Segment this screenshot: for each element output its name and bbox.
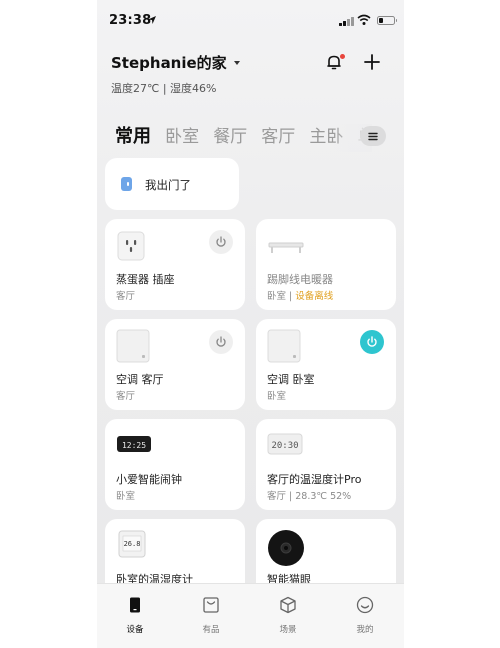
scene-cube-icon (280, 596, 296, 614)
tab-label: 有品 (202, 625, 220, 635)
baseboard-heater-icon (268, 242, 304, 253)
tab-shop[interactable]: 有品 (186, 596, 236, 635)
bottom-tab-bar: 设备 有品 场景 我的 (97, 583, 404, 648)
tab-label: 设备 (126, 625, 144, 635)
air-conditioner-controller-icon (116, 329, 150, 363)
power-toggle-on[interactable] (360, 330, 384, 354)
power-icon (216, 236, 226, 247)
device-name: 空调 卧室 (267, 373, 315, 386)
tab-favorites[interactable]: 常用 (115, 124, 151, 150)
device-card[interactable]: 踢脚线电暖器 卧室 | 设备离线 (256, 219, 396, 310)
power-icon (216, 336, 226, 347)
tab-living-room[interactable]: 客厅 (261, 124, 295, 150)
device-room-label: 卧室 | (267, 291, 296, 302)
tab-scenes[interactable]: 场景 (263, 596, 313, 635)
device-room: 客厅 (116, 291, 136, 302)
notification-dot (340, 54, 345, 59)
status-bar: 23:38 (97, 0, 404, 40)
device-card[interactable]: 20:30 客厅的温湿度计Pro 客厅 | 28.3℃ 52% (256, 419, 396, 510)
device-name: 小爱智能闹钟 (116, 473, 182, 486)
hamburger-icon (368, 132, 378, 140)
tab-profile[interactable]: 我的 (340, 596, 390, 635)
air-conditioner-controller-icon (267, 329, 301, 363)
profile-icon (356, 596, 374, 614)
smart-peephole-icon (268, 530, 304, 566)
thermometer-icon: 26.8 (118, 530, 146, 558)
scene-label: 我出门了 (145, 178, 191, 192)
tab-devices[interactable]: 设备 (110, 596, 160, 635)
device-card[interactable]: 空调 客厅 客厅 (105, 319, 245, 410)
device-room: 客厅 (116, 391, 136, 402)
shopping-bag-icon (203, 597, 219, 613)
door-sensor-icon (121, 177, 132, 191)
power-icon (367, 336, 377, 347)
device-room: 卧室 | 设备离线 (267, 288, 333, 302)
status-time: 23:38 (109, 13, 152, 28)
scene-card-leave-home[interactable]: 我出门了 (105, 158, 239, 210)
device-icon (130, 597, 140, 613)
hygrometer-display: 20:30 (271, 441, 298, 451)
dropdown-caret-icon (233, 60, 240, 65)
device-name: 踢脚线电暖器 (267, 273, 333, 286)
tab-bedroom[interactable]: 卧室 (165, 124, 199, 150)
home-selector[interactable]: Stephanie的家 (111, 52, 240, 73)
phone-screen: 23:38 Stephanie的家 温度27℃ | 湿度46% 常用 卧室 餐厅… (97, 0, 404, 648)
clock-display: 12:25 (122, 441, 146, 450)
tab-dining-room[interactable]: 餐厅 (213, 124, 247, 150)
device-name: 空调 客厅 (116, 373, 164, 386)
alarm-clock-icon: 12:25 (117, 436, 151, 452)
battery-icon (377, 16, 397, 25)
location-arrow-icon (148, 16, 156, 24)
device-name: 蒸蛋器 插座 (116, 273, 175, 286)
tab-label: 我的 (356, 625, 374, 635)
power-toggle[interactable] (209, 230, 233, 254)
device-room: 卧室 (267, 391, 287, 402)
device-card[interactable]: 12:25 小爱智能闹钟 卧室 (105, 419, 245, 510)
signal-icon (339, 17, 354, 26)
tab-label: 场景 (279, 625, 297, 635)
home-title: Stephanie的家 (111, 54, 227, 72)
device-room: 客厅 | 28.3℃ 52% (267, 491, 352, 502)
wifi-icon (357, 14, 371, 25)
thermometer-display: 26.8 (124, 540, 141, 548)
room-tabs: 常用 卧室 餐厅 客厅 主卧 单 (115, 124, 367, 152)
environment-readout: 温度27℃ | 湿度46% (111, 82, 217, 95)
device-name: 客厅的温湿度计Pro (267, 473, 362, 486)
room-menu-button[interactable] (360, 126, 386, 146)
add-device-icon[interactable] (363, 53, 381, 71)
device-card[interactable]: 蒸蛋器 插座 客厅 (105, 219, 245, 310)
device-room: 卧室 (116, 491, 136, 502)
power-toggle[interactable] (209, 330, 233, 354)
smart-plug-icon (117, 231, 145, 261)
thermo-hygrometer-icon: 20:30 (267, 433, 303, 455)
offline-status: 设备离线 (295, 291, 334, 302)
device-card[interactable]: 空调 卧室 卧室 (256, 319, 396, 410)
